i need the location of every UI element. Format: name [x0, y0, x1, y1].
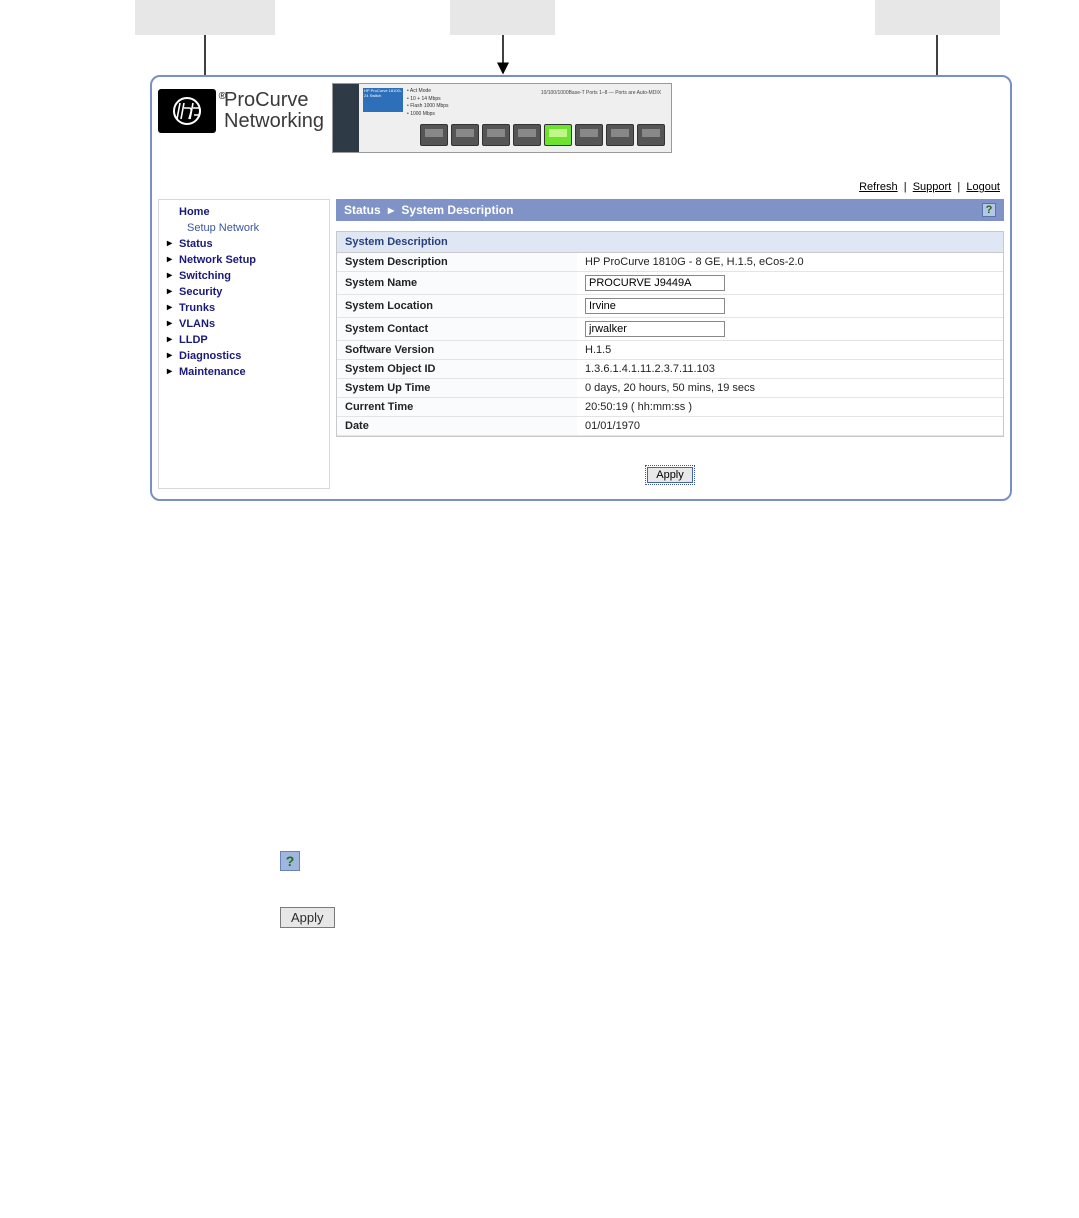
main-area: Status ▸ System Description ? System Des… [336, 199, 1004, 489]
table-row: Software Version H.1.5 [337, 341, 1003, 360]
device-graphic: HP ProCurve 1810G-24 Switch Act Mode 10 … [332, 83, 672, 153]
device-port[interactable] [451, 124, 479, 146]
content-row: Home Setup Network Status Network Setup … [158, 199, 1004, 489]
support-link[interactable]: Support [913, 181, 952, 193]
breadcrumb-sep: ▸ [388, 203, 394, 217]
callout-box-device [450, 0, 555, 35]
callout-box-links [875, 0, 1000, 35]
help-icon[interactable]: ? [280, 851, 300, 871]
nav-maintenance[interactable]: Maintenance [159, 364, 329, 380]
top-links: Refresh | Support | Logout [158, 153, 1004, 197]
system-location-input[interactable] [585, 298, 725, 314]
floating-examples: ? Apply [280, 851, 1079, 928]
breadcrumb-path: Status ▸ System Description [344, 203, 513, 217]
nav-trunks[interactable]: Trunks [159, 300, 329, 316]
device-port-active[interactable] [544, 124, 572, 146]
hp-logo [158, 89, 216, 133]
device-port[interactable] [482, 124, 510, 146]
callout-row [0, 0, 1079, 35]
apply-button[interactable]: Apply [280, 907, 335, 928]
row-label: System Location [337, 295, 577, 318]
table-row: System Up Time 0 days, 20 hours, 50 mins… [337, 379, 1003, 398]
device-led-row: Act Mode [407, 88, 449, 96]
callout-box-nav [135, 0, 275, 35]
system-name-input[interactable] [585, 275, 725, 291]
device-led-row: Flash 1000 Mbps [407, 103, 449, 111]
row-label: Current Time [337, 398, 577, 417]
device-port[interactable] [575, 124, 603, 146]
row-label: System Contact [337, 318, 577, 341]
breadcrumb: Status ▸ System Description ? [336, 199, 1004, 221]
nav-home[interactable]: Home [159, 204, 329, 220]
row-label: System Object ID [337, 360, 577, 379]
device-ports [420, 124, 665, 146]
brand-line1: ProCurve [224, 90, 324, 111]
device-side-panel [333, 84, 359, 152]
table-row: System Description HP ProCurve 1810G - 8… [337, 253, 1003, 272]
nav-home-setup-network[interactable]: Setup Network [159, 220, 329, 236]
row-value: 0 days, 20 hours, 50 mins, 19 secs [577, 379, 1003, 398]
row-label: System Name [337, 272, 577, 295]
row-value: 01/01/1970 [577, 417, 1003, 436]
row-label: Software Version [337, 341, 577, 360]
brand-text: ProCurve Networking [224, 90, 324, 132]
device-led-legend: Act Mode 10 + 14 Mbps Flash 1000 Mbps 10… [407, 88, 449, 118]
device-port[interactable] [513, 124, 541, 146]
table-row: System Location [337, 295, 1003, 318]
table-row: System Object ID 1.3.6.1.4.1.11.2.3.7.11… [337, 360, 1003, 379]
header-area: ProCurve Networking HP ProCurve 1810G-24… [158, 83, 1004, 153]
brand-line2: Networking [224, 111, 324, 132]
device-ports-label: 10/100/1000Base-T Ports 1–8 — Ports are … [541, 90, 661, 96]
row-value: H.1.5 [577, 341, 1003, 360]
row-label: Date [337, 417, 577, 436]
system-contact-input[interactable] [585, 321, 725, 337]
nav-switching[interactable]: Switching [159, 268, 329, 284]
app-frame: ProCurve Networking HP ProCurve 1810G-24… [150, 75, 1012, 501]
nav-vlans[interactable]: VLANs [159, 316, 329, 332]
panel-header: System Description [337, 232, 1003, 253]
logout-link[interactable]: Logout [966, 181, 1000, 193]
device-port[interactable] [420, 124, 448, 146]
help-icon[interactable]: ? [982, 203, 996, 217]
device-port[interactable] [637, 124, 665, 146]
row-label: System Description [337, 253, 577, 272]
nav-lldp[interactable]: LLDP [159, 332, 329, 348]
table-row: System Contact [337, 318, 1003, 341]
device-led-row: 1000 Mbps [407, 111, 449, 119]
device-port[interactable] [606, 124, 634, 146]
nav-security[interactable]: Security [159, 284, 329, 300]
table-row: Current Time 20:50:19 ( hh:mm:ss ) [337, 398, 1003, 417]
row-value: 1.3.6.1.4.1.11.2.3.7.11.103 [577, 360, 1003, 379]
table-row: System Name [337, 272, 1003, 295]
refresh-link[interactable]: Refresh [859, 181, 898, 193]
nav-status[interactable]: Status [159, 236, 329, 252]
breadcrumb-part: System Description [401, 203, 513, 217]
apply-row: Apply [336, 437, 1004, 489]
row-value: HP ProCurve 1810G - 8 GE, H.1.5, eCos-2.… [577, 253, 1003, 272]
row-label: System Up Time [337, 379, 577, 398]
apply-button[interactable]: Apply [647, 467, 693, 483]
system-description-panel: System Description System Description HP… [336, 231, 1004, 437]
brand-block: ProCurve Networking [158, 83, 328, 133]
device-led-row: 10 + 14 Mbps [407, 96, 449, 104]
nav-diagnostics[interactable]: Diagnostics [159, 348, 329, 364]
nav-tree: Home Setup Network Status Network Setup … [158, 199, 330, 489]
system-description-table: System Description HP ProCurve 1810G - 8… [337, 253, 1003, 436]
device-model-badge: HP ProCurve 1810G-24 Switch [363, 88, 403, 112]
hp-logo-icon [167, 96, 207, 126]
table-row: Date 01/01/1970 [337, 417, 1003, 436]
row-value: 20:50:19 ( hh:mm:ss ) [577, 398, 1003, 417]
breadcrumb-part: Status [344, 203, 381, 217]
nav-network-setup[interactable]: Network Setup [159, 252, 329, 268]
